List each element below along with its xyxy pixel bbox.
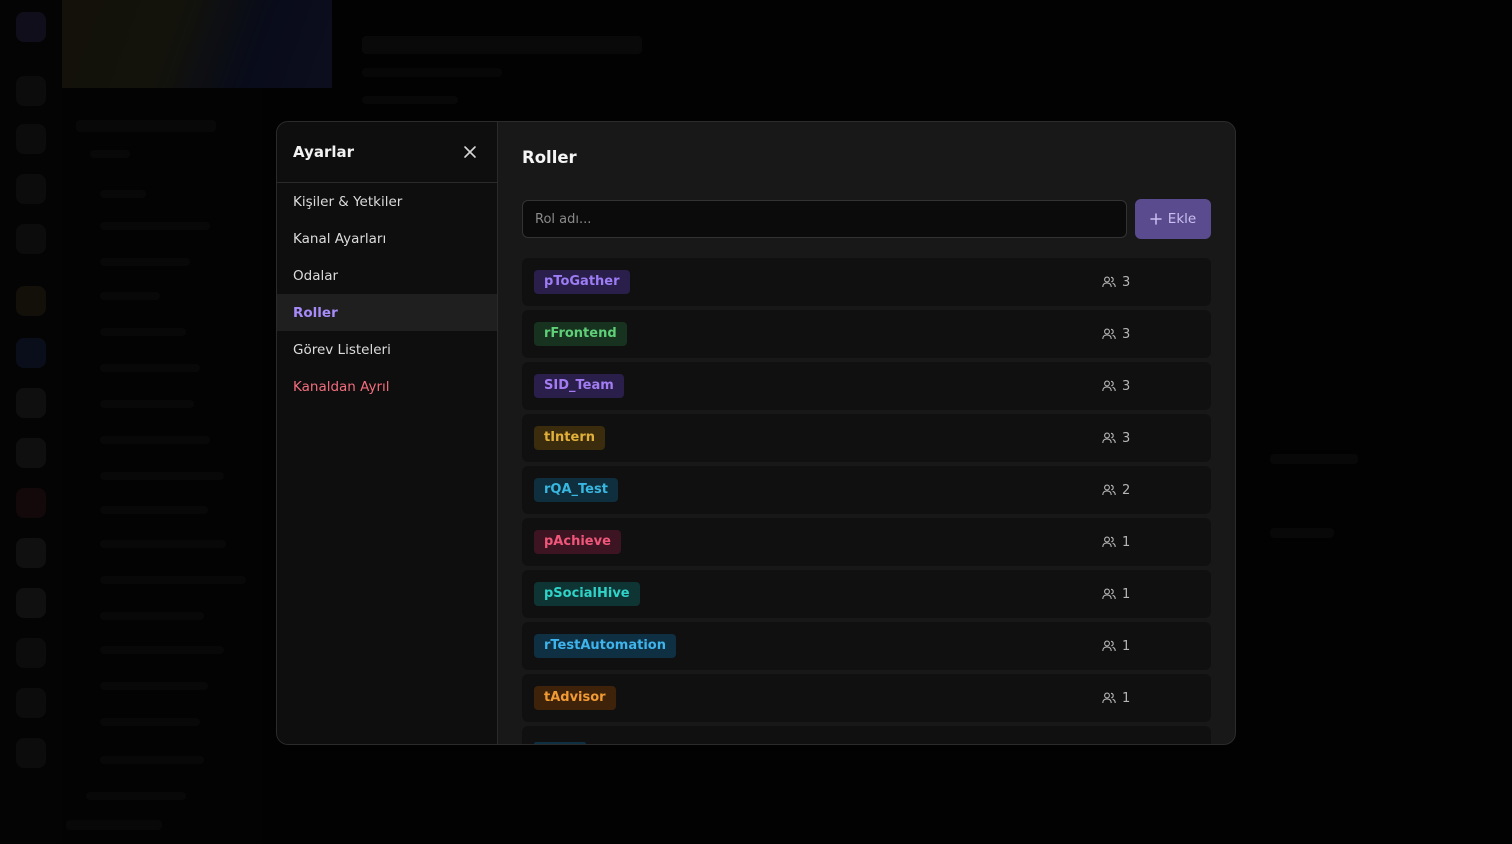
users-icon: [1102, 276, 1116, 288]
role-member-count-value: 3: [1122, 326, 1131, 342]
sidebar-item-channel-settings[interactable]: Kanal Ayarları: [277, 220, 497, 257]
role-tag: rTestAutomation: [534, 634, 676, 658]
role-member-count: 1: [1102, 535, 1130, 550]
role-member-count: 2: [1102, 483, 1130, 498]
page-title: Roller: [522, 148, 577, 167]
role-member-count-value: 2: [1122, 482, 1131, 498]
role-member-count-value: 3: [1122, 430, 1131, 446]
role-member-count: 1: [1102, 691, 1130, 706]
role-member-count: 3: [1102, 275, 1130, 290]
role-tag: pSocialHive: [534, 582, 640, 606]
add-role-form: Ekle: [522, 199, 1211, 239]
role-row[interactable]: pToGather 3: [522, 258, 1211, 306]
sidebar-item-label: Kanaldan Ayrıl: [293, 378, 390, 395]
sidebar-item-task-lists[interactable]: Görev Listeleri: [277, 331, 497, 368]
users-icon: [1102, 536, 1116, 548]
role-member-count-value: 3: [1122, 274, 1131, 290]
sidebar-item-leave-channel[interactable]: Kanaldan Ayrıl: [277, 368, 497, 405]
role-member-count-value: 1: [1122, 534, 1131, 550]
settings-title: Ayarlar: [293, 143, 355, 161]
users-icon: [1102, 380, 1116, 392]
role-tag: tIntern: [534, 426, 606, 450]
sidebar-item-label: Kanal Ayarları: [293, 230, 387, 247]
role-tag: rFrontend: [534, 322, 627, 346]
role-row[interactable]: tIntern 3: [522, 414, 1211, 462]
role-name-input[interactable]: [522, 200, 1127, 238]
role-member-count: 3: [1102, 327, 1130, 342]
users-icon: [1102, 640, 1116, 652]
plus-icon: [1150, 213, 1162, 225]
role-row-partial[interactable]: [522, 726, 1211, 744]
role-tag: pAchieve: [534, 530, 621, 554]
users-icon: [1102, 484, 1116, 496]
role-row[interactable]: SID_Team 3: [522, 362, 1211, 410]
role-row[interactable]: tAdvisor 1: [522, 674, 1211, 722]
role-row[interactable]: pAchieve 1: [522, 518, 1211, 566]
role-member-count: 1: [1102, 587, 1130, 602]
add-role-button-label: Ekle: [1167, 211, 1197, 227]
role-member-count-value: 1: [1122, 586, 1131, 602]
role-tag: SID_Team: [534, 374, 624, 398]
role-list: pToGather 3 rFrontend 3 SID_Team 3 tIntern 3 rQA…: [522, 258, 1211, 744]
roles-panel: Roller Ekle pToGather3rFrontend3SID_Team…: [498, 122, 1235, 744]
role-tag: tAdvisor: [534, 686, 616, 710]
users-icon: [1102, 588, 1116, 600]
role-tag: rQA_Test: [534, 478, 618, 502]
sidebar-item-roles[interactable]: Roller: [277, 294, 497, 331]
role-row[interactable]: rQA_Test 2: [522, 466, 1211, 514]
sidebar-item-label: Odalar: [293, 267, 339, 284]
role-tag: [534, 742, 586, 744]
sidebar-item-label: Kişiler & Yetkiler: [293, 193, 403, 210]
role-member-count-value: 1: [1122, 690, 1131, 706]
sidebar-item-rooms[interactable]: Odalar: [277, 257, 497, 294]
settings-nav: Kişiler & Yetkiler Kanal Ayarları Odalar Ro…: [277, 183, 497, 405]
users-icon: [1102, 432, 1116, 444]
users-icon: [1102, 692, 1116, 704]
add-role-button[interactable]: Ekle: [1135, 199, 1211, 239]
role-tag: pToGather: [534, 270, 630, 294]
role-member-count: 1: [1102, 639, 1130, 654]
role-member-count: 3: [1102, 431, 1130, 446]
role-member-count: 3: [1102, 379, 1130, 394]
close-button[interactable]: [459, 141, 481, 163]
settings-sidebar-header: Ayarlar: [277, 122, 497, 183]
role-row[interactable]: rTestAutomation 1: [522, 622, 1211, 670]
role-row[interactable]: pSocialHive 1: [522, 570, 1211, 618]
close-icon: [464, 146, 476, 158]
role-row[interactable]: rFrontend 3: [522, 310, 1211, 358]
sidebar-item-label: Roller: [293, 304, 338, 321]
role-member-count-value: 3: [1122, 378, 1131, 394]
sidebar-item-label: Görev Listeleri: [293, 341, 391, 358]
role-member-count-value: 1: [1122, 638, 1131, 654]
settings-modal: Ayarlar Kişiler & Yetkiler Kanal Ayarları…: [276, 121, 1236, 745]
sidebar-item-people-permissions[interactable]: Kişiler & Yetkiler: [277, 183, 497, 220]
users-icon: [1102, 328, 1116, 340]
settings-sidebar: Ayarlar Kişiler & Yetkiler Kanal Ayarları…: [277, 122, 498, 744]
